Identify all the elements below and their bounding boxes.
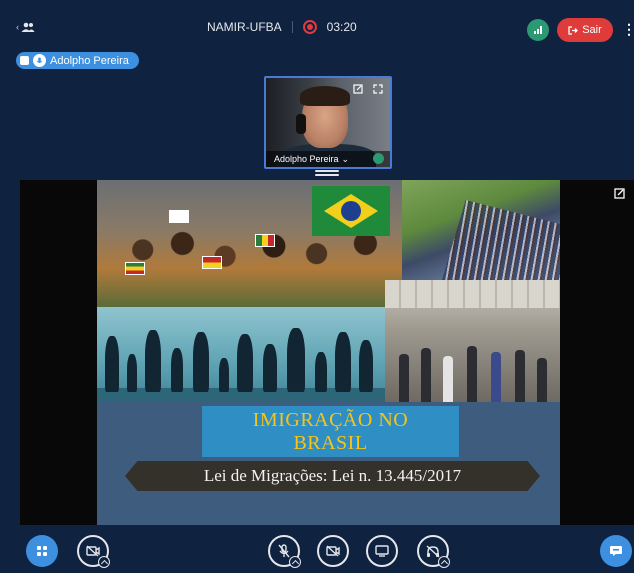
external-link-icon[interactable] [614, 186, 626, 199]
logout-icon [568, 25, 579, 35]
users-toggle-button[interactable]: ‹ [16, 18, 38, 36]
flag [125, 262, 145, 275]
screen-share-icon [375, 545, 389, 557]
photo-airport-queue [385, 280, 560, 402]
conference-app: ‹ NAMIR-UFBA 03:20 Sair ⋮ Adolpho Pereir… [0, 0, 634, 573]
video-button[interactable] [317, 535, 349, 567]
connection-status-button[interactable] [527, 19, 549, 41]
slide-subtitle-ribbon: Lei de Migrações: Lei n. 13.445/2017 [125, 461, 540, 491]
slide-title: IMIGRAÇÃO NO BRASIL [202, 406, 459, 457]
screen-share-button[interactable] [366, 535, 398, 567]
camera-off-icon [86, 545, 100, 557]
chat-icon [610, 546, 622, 556]
webcam-tools [352, 83, 384, 95]
leave-audio-button[interactable] [417, 535, 450, 568]
mic-off-icon [278, 544, 290, 558]
resize-handle[interactable] [315, 170, 339, 178]
talking-indicator[interactable]: Adolpho Pereira [16, 52, 139, 69]
divider [291, 21, 293, 33]
illustration-migrants-silhouette [97, 307, 385, 402]
camera-off-icon [326, 545, 340, 557]
chevron-left-icon: ‹ [16, 22, 19, 32]
fullscreen-icon[interactable] [372, 83, 384, 95]
bottom-bar [0, 525, 634, 573]
actions-button[interactable] [26, 535, 58, 567]
flag [255, 234, 275, 247]
brazil-flag [312, 186, 390, 236]
photo-crowd-road [402, 180, 560, 280]
mic-icon [373, 153, 384, 164]
headphone-off-icon [426, 544, 440, 558]
grid-icon [37, 546, 47, 556]
webcam-user-name: Adolpho Pereira [274, 154, 339, 164]
webcam-video[interactable]: Adolpho Pereira ⌄ [264, 76, 392, 169]
slide-title-line1: IMIGRAÇÃO NO [252, 408, 409, 431]
signal-icon [534, 26, 542, 34]
more-options-button[interactable]: ⋮ [622, 21, 634, 39]
record-icon[interactable] [302, 20, 317, 34]
webcam-name-bar[interactable]: Adolpho Pereira ⌄ [266, 151, 390, 167]
headset [296, 114, 306, 134]
chevron-up-icon[interactable] [289, 556, 301, 568]
photo-group-with-flags [97, 180, 402, 307]
chevron-down-icon: ⌄ [341, 153, 350, 164]
square-icon [20, 56, 29, 65]
flag [169, 210, 189, 223]
more-vertical-icon: ⋮ [622, 21, 634, 37]
meeting-name: NAMIR-UFBA [207, 20, 282, 34]
mic-icon [33, 54, 46, 67]
users-icon [21, 22, 35, 32]
slide-subtitle: Lei de Migrações: Lei n. 13.445/2017 [203, 466, 462, 485]
flag [202, 256, 222, 269]
chevron-up-icon[interactable] [98, 556, 110, 568]
meeting-info: NAMIR-UFBA 03:20 [207, 20, 357, 34]
chevron-up-icon[interactable] [438, 556, 450, 568]
leave-label: Sair [582, 24, 602, 36]
chat-button[interactable] [600, 535, 632, 567]
share-camera-button[interactable] [77, 535, 110, 568]
webcam-person-hair [300, 86, 350, 106]
recording-time: 03:20 [326, 20, 357, 34]
slide-title-line2: BRASIL [293, 431, 368, 454]
external-link-icon[interactable] [352, 83, 364, 95]
presentation-slide: IMIGRAÇÃO NO BRASIL Lei de Migrações: Le… [97, 180, 560, 525]
mute-button[interactable] [268, 535, 301, 568]
leave-button[interactable]: Sair [557, 18, 613, 42]
talker-name: Adolpho Pereira [50, 54, 129, 67]
top-bar: ‹ NAMIR-UFBA 03:20 Sair ⋮ [0, 8, 634, 52]
